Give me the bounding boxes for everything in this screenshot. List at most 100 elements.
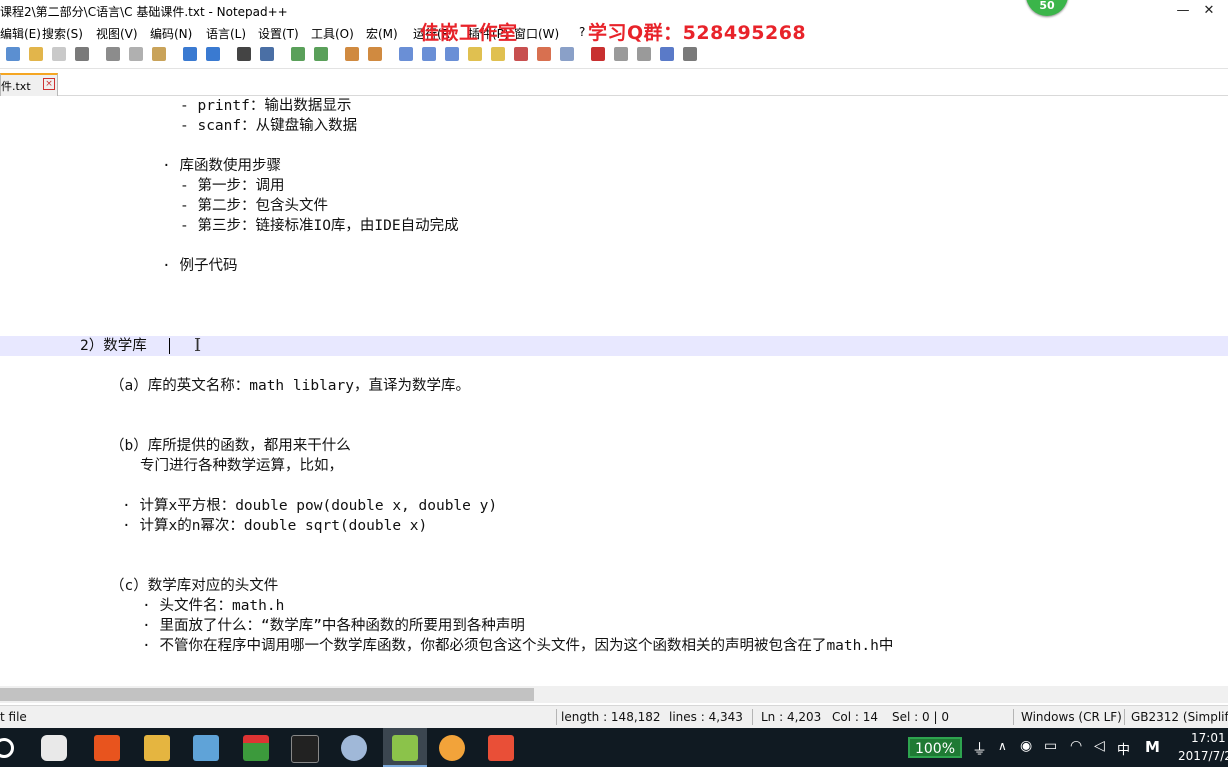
- editor-line: 专门进行各种数学运算，比如，: [140, 458, 343, 474]
- status-lines: lines : 4,343: [669, 710, 743, 724]
- menu-tools[interactable]: 工具(O): [311, 25, 354, 42]
- sync-v-icon[interactable]: [345, 47, 359, 61]
- editor-line: （b）库所提供的函数，都用来干什么: [110, 438, 351, 454]
- monitor-icon[interactable]: [560, 47, 574, 61]
- qq-group-watermark: 学习Q群：528495268: [588, 22, 807, 44]
- notebook-app-icon[interactable]: [193, 735, 219, 761]
- stop-macro-icon[interactable]: [614, 47, 628, 61]
- horizontal-scrollbar[interactable]: [0, 686, 1228, 703]
- scrollbar-thumb[interactable]: [0, 688, 534, 701]
- status-length: length : 148,182: [561, 710, 661, 724]
- wps-presentation-icon[interactable]: [94, 735, 120, 761]
- folder-workspace-icon[interactable]: [537, 47, 551, 61]
- c-app-icon[interactable]: [488, 735, 514, 761]
- sync-h-icon[interactable]: [368, 47, 382, 61]
- function-list-icon[interactable]: [514, 47, 528, 61]
- new-file-icon[interactable]: [6, 47, 20, 61]
- ime-mode-indicator[interactable]: M: [1145, 738, 1160, 756]
- editor-line: 2）数学库: [80, 338, 147, 354]
- status-separator: [1124, 709, 1125, 725]
- menu-language[interactable]: 语言(L): [206, 25, 246, 42]
- status-separator: [752, 709, 753, 725]
- status-column: Col : 14: [832, 710, 878, 724]
- status-separator: [556, 709, 557, 725]
- menu-window[interactable]: 窗口(W): [514, 25, 559, 42]
- editor-line: · 库函数使用步骤: [162, 158, 281, 174]
- save-icon[interactable]: [52, 47, 66, 61]
- current-line-highlight: [0, 336, 1228, 356]
- zoom-in-icon[interactable]: [291, 47, 305, 61]
- terminal-icon[interactable]: [291, 735, 319, 763]
- menu-help[interactable]: ?: [579, 25, 585, 39]
- status-bar: t file length : 148,182 lines : 4,343 Ln…: [0, 705, 1228, 728]
- close-button[interactable]: ✕: [1190, 0, 1228, 22]
- wrap-icon[interactable]: [399, 47, 413, 61]
- tab-bar: 件.txt ×: [0, 69, 1228, 96]
- clock-time[interactable]: 17:01: [1191, 731, 1226, 745]
- editor-line: - 第二步：包含头文件: [180, 198, 328, 214]
- redo-icon[interactable]: [206, 47, 220, 61]
- editor-line: （a）库的英文名称：math liblary，直译为数学库。: [110, 378, 470, 394]
- menu-search[interactable]: 搜索(S): [42, 25, 83, 42]
- doc-map-icon[interactable]: [491, 47, 505, 61]
- open-file-icon[interactable]: [29, 47, 43, 61]
- editor-line: · 例子代码: [162, 258, 238, 274]
- status-separator: [1013, 709, 1014, 725]
- menu-encoding[interactable]: 编码(N): [150, 25, 192, 42]
- save-macro-icon[interactable]: [683, 47, 697, 61]
- search-circle-icon[interactable]: [0, 738, 14, 758]
- mouse-ibeam-icon: I: [194, 335, 202, 356]
- indent-guide-icon[interactable]: [445, 47, 459, 61]
- menu-view[interactable]: 视图(V): [96, 25, 138, 42]
- editor-line: · 头文件名：math.h: [142, 598, 285, 614]
- run-macro-multiple-icon[interactable]: [660, 47, 674, 61]
- window-title: 课程2\第二部分\C语言\C 基础课件.txt - Notepad++: [0, 5, 288, 19]
- find-icon[interactable]: [237, 47, 251, 61]
- tab-current-file[interactable]: 件.txt ×: [0, 73, 58, 96]
- network-tray-icon[interactable]: ▭: [1044, 738, 1057, 754]
- editor-line: · 计算x平方根：double pow(double x, double y): [122, 498, 498, 514]
- editor-line: - printf：输出数据显示: [180, 98, 352, 114]
- file-explorer-icon[interactable]: [144, 735, 170, 761]
- udl-icon[interactable]: [468, 47, 482, 61]
- all-chars-icon[interactable]: [422, 47, 436, 61]
- tab-close-icon[interactable]: ×: [43, 78, 55, 90]
- battery-indicator[interactable]: 100%: [908, 737, 962, 758]
- ime-indicator[interactable]: 中: [1117, 739, 1130, 758]
- chrome-tray-icon[interactable]: ◉: [1020, 738, 1032, 754]
- editor-line: （c）数学库对应的头文件: [110, 578, 279, 594]
- wifi-icon[interactable]: ◠: [1070, 738, 1082, 754]
- paste-icon[interactable]: [152, 47, 166, 61]
- zoom-out-icon[interactable]: [314, 47, 328, 61]
- editor-line: · 计算x的n幂次：double sqrt(double x): [122, 518, 428, 534]
- editor-line: - 第三步：链接标准IO库，由IDE自动完成: [180, 218, 459, 234]
- clock-date[interactable]: 2017/7/2: [1178, 749, 1228, 763]
- volume-icon[interactable]: ◁: [1094, 738, 1105, 754]
- notepadpp-icon[interactable]: [392, 735, 418, 761]
- taskbar: 100% ⏚ ∧ ◉ ▭ ◠ ◁ 中 M 17:01 2017/7/2: [0, 728, 1228, 767]
- app-pinwheel-icon[interactable]: [41, 735, 67, 761]
- editor[interactable]: - printf：输出数据显示 - scanf：从键盘输入数据 · 库函数使用步…: [0, 96, 1228, 686]
- undo-icon[interactable]: [183, 47, 197, 61]
- tab-label: 件.txt: [1, 80, 31, 93]
- editor-line: · 不管你在程序中调用哪一个数学库函数，你都必须包含这个头文件，因为这个函数相关…: [142, 638, 894, 654]
- browser-app-icon[interactable]: [439, 735, 465, 761]
- play-macro-icon[interactable]: [637, 47, 651, 61]
- menu-edit[interactable]: 编辑(E): [0, 25, 41, 42]
- menu-macro[interactable]: 宏(M): [366, 25, 398, 42]
- power-plug-icon[interactable]: ⏚: [972, 738, 987, 759]
- winrar-icon[interactable]: [243, 735, 269, 761]
- editor-line: - 第一步：调用: [180, 178, 285, 194]
- text-caret: [169, 338, 170, 354]
- studio-watermark: 佳嵌工作室: [420, 22, 518, 44]
- chevron-up-icon[interactable]: ∧: [998, 739, 1007, 753]
- print-icon[interactable]: [75, 47, 89, 61]
- replace-icon[interactable]: [260, 47, 274, 61]
- copy-icon[interactable]: [129, 47, 143, 61]
- record-macro-icon[interactable]: [591, 47, 605, 61]
- status-file-type: t file: [0, 710, 27, 724]
- paint-icon[interactable]: [341, 735, 367, 761]
- editor-line: · 里面放了什么：“数学库”中各种函数的所要用到各种声明: [142, 618, 525, 634]
- cut-icon[interactable]: [106, 47, 120, 61]
- menu-settings[interactable]: 设置(T): [258, 25, 299, 42]
